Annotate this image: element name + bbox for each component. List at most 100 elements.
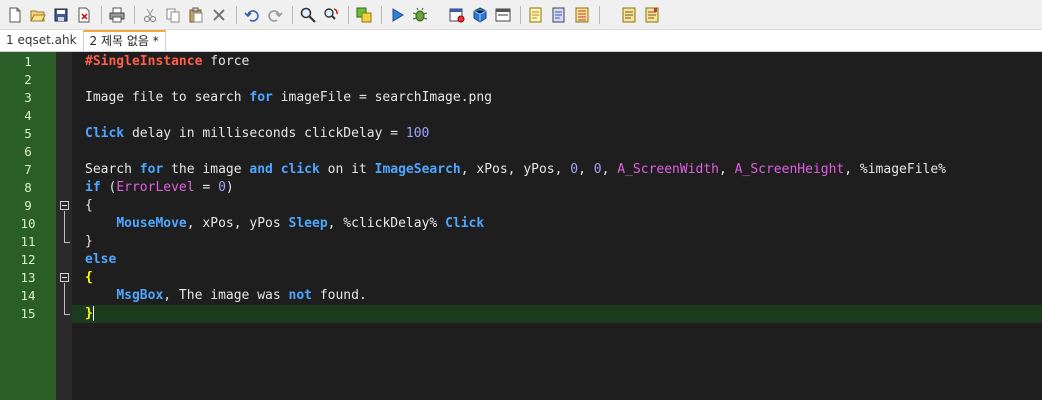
code-token: Click [445,216,485,231]
code-line[interactable] [72,143,1042,161]
cut-icon[interactable] [141,6,159,24]
code-token: { [85,198,93,213]
fold-guide [64,211,65,242]
debug-icon[interactable] [411,6,429,24]
code-line[interactable]: } [72,305,1042,323]
code-token: else [85,252,117,267]
code-token: , The image was [163,288,289,303]
bookmark-icon[interactable] [620,6,638,24]
code-line[interactable]: Click delay in milliseconds clickDelay =… [72,125,1042,143]
line-number: 4 [24,108,32,123]
code-token: on it [319,162,375,177]
open-folder-icon[interactable] [29,6,47,24]
window-icon[interactable] [494,6,512,24]
code-token: ( [100,180,117,195]
code-line[interactable]: } [72,233,1042,251]
find-icon[interactable] [299,6,317,24]
code-token: for [249,90,273,105]
code-token: Sleep [288,216,328,231]
toolbar-separator [292,5,293,24]
print-icon[interactable] [108,6,126,24]
line-number: 3 [24,90,32,105]
line-number: 6 [24,144,32,159]
code-token: imageFile = searchImage.png [272,90,493,105]
code-editor[interactable]: 1 2 3 4 5 6 7 8 9 10 11 12 13 14 15 #SingleInstance fo… [0,52,1042,400]
new-file-icon[interactable] [6,6,24,24]
code-token: if [85,180,101,195]
code-line[interactable]: Image file to search for imageFile = sea… [72,89,1042,107]
paste-icon[interactable] [187,6,205,24]
compile-icon[interactable] [471,6,489,24]
run-icon[interactable] [388,6,406,24]
code-line[interactable]: { [72,197,1042,215]
code-line[interactable] [72,71,1042,89]
line-number: 9 [24,198,32,213]
line-number: 12 [20,252,36,267]
close-file-icon[interactable] [75,6,93,24]
code-token: , xPos, yPos [186,216,289,231]
delete-icon[interactable] [210,6,228,24]
code-token: 100 [405,126,430,141]
bookmark-list-icon[interactable] [643,6,661,24]
line-number: 7 [24,162,32,177]
code-token: MsgBox [116,288,164,303]
toolbar-separator [236,5,237,24]
notes-icon[interactable] [527,6,545,24]
tab-untitled[interactable]: 2 제목 없음 * [82,30,166,51]
redo-icon[interactable] [266,6,284,24]
code-token: 0 [570,162,579,177]
code-token: not [288,288,312,303]
code-line[interactable]: #SingleInstance force [72,53,1042,71]
fold-toggle[interactable] [60,273,69,282]
toolbar-separator [101,5,102,24]
code-line[interactable] [72,107,1042,125]
code-token: 0 [218,180,226,195]
reference-icon[interactable] [550,6,568,24]
save-icon[interactable] [52,6,70,24]
code-line[interactable]: { [72,269,1042,287]
tab-eqset[interactable]: 1 eqset.ahk [0,30,83,51]
fold-end [64,242,70,243]
undo-icon[interactable] [243,6,261,24]
line-number: 15 [20,306,36,321]
code-token: for [139,162,164,177]
line-number: 8 [24,180,32,195]
code-token: , [719,162,735,177]
fold-end [64,314,70,315]
window-spy-icon[interactable] [448,6,466,24]
code-token: ErrorLevel [116,180,195,195]
code-token: the image [163,162,250,177]
code-token: Search [85,162,140,177]
code-token: = [194,180,219,195]
code-area[interactable]: #SingleInstance force Image file to searc… [72,52,1042,400]
code-line[interactable]: else [72,251,1042,269]
fold-toggle[interactable] [60,201,69,210]
code-line[interactable]: MouseMove, xPos, yPos Sleep, %clickDelay… [72,215,1042,233]
code-token: , [578,162,594,177]
code-line[interactable]: if (ErrorLevel = 0) [72,179,1042,197]
code-token: click [280,162,320,177]
line-number: 10 [20,216,36,231]
code-token: delay in milliseconds clickDelay = [124,126,406,141]
toolbar-separator [381,5,382,24]
doc-list-icon[interactable] [573,6,591,24]
code-line[interactable]: Search for the image and click on it Ima… [72,161,1042,179]
line-number: 13 [20,270,36,285]
replace-icon[interactable] [322,6,340,24]
language-icon[interactable] [355,6,373,24]
toolbar-separator [520,5,521,24]
code-token: MouseMove [116,216,187,231]
code-token: } [85,306,93,321]
code-token: { [85,270,93,285]
line-number-gutter: 1 2 3 4 5 6 7 8 9 10 11 12 13 14 15 [0,52,56,400]
code-token: A_ScreenHeight [734,162,845,177]
code-token: ImageSearch [374,162,461,177]
code-token: Click [85,126,125,141]
code-token: ) [225,180,234,195]
code-token: force [202,54,250,69]
fold-guide [64,283,65,314]
copy-icon[interactable] [164,6,182,24]
line-number: 1 [24,54,32,69]
code-line[interactable]: MsgBox, The image was not found. [72,287,1042,305]
